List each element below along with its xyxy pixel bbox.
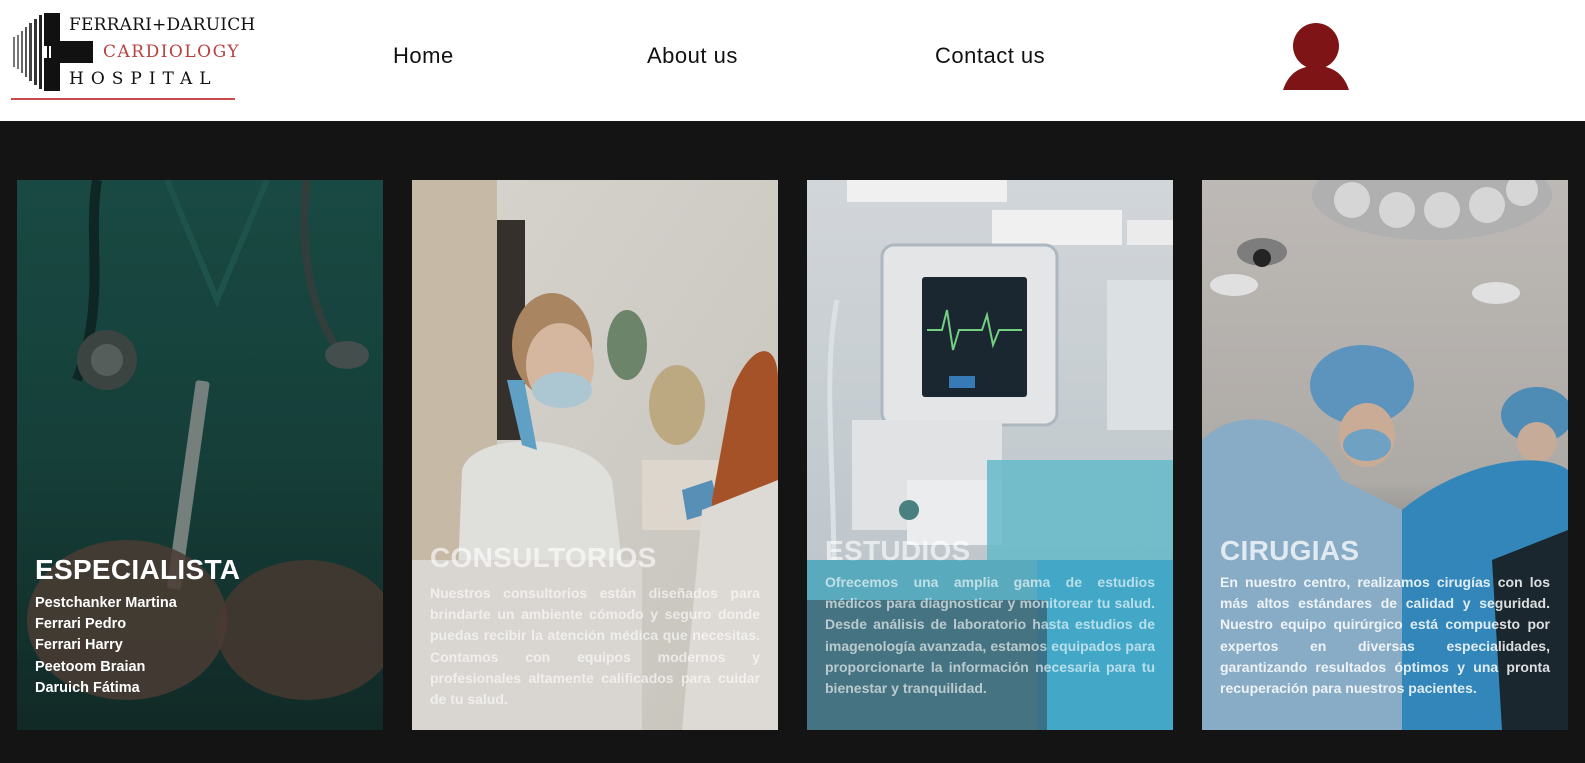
- logo-text-line1: FERRARI+DARUICH: [69, 15, 256, 35]
- list-item: Peetoom Braian: [35, 658, 146, 675]
- logo-text-line2: CARDIOLOGY: [103, 42, 241, 62]
- nav-about-link[interactable]: About us: [647, 43, 738, 69]
- nav-home-link[interactable]: Home: [393, 43, 454, 69]
- card-title: CIRUGIAS: [1220, 535, 1360, 566]
- card-title: CONSULTORIOS: [430, 542, 657, 573]
- card-cirugias[interactable]: CIRUGIAS En nuestro centro, realizamos c…: [1202, 180, 1568, 730]
- card-estudios[interactable]: ESTUDIOS Ofrecemos una amplia gama de es…: [807, 180, 1173, 730]
- card-especialista[interactable]: ESPECIALISTA Pestchanker Martina Ferrari…: [17, 180, 383, 730]
- list-item: Ferrari Pedro: [35, 616, 127, 633]
- list-item: Pestchanker Martina: [35, 595, 177, 611]
- card-title: ESTUDIOS: [825, 535, 971, 566]
- card-description: En nuestro centro, realizamos cirugías c…: [1220, 574, 1550, 697]
- card-consultorios[interactable]: CONSULTORIOS Nuestros consultorios están…: [412, 180, 778, 730]
- card-title: ESPECIALISTA: [35, 554, 241, 585]
- card-description: Ofrecemos una amplia gama de estudios mé…: [825, 574, 1155, 697]
- nav-contact-link[interactable]: Contact us: [935, 43, 1045, 69]
- list-item: Ferrari Harry: [35, 637, 123, 654]
- specialist-list: Pestchanker Martina Ferrari Pedro Ferrar…: [35, 593, 177, 699]
- user-silhouette-icon[interactable]: [1281, 22, 1351, 90]
- hospital-logo[interactable]: FERRARI+DARUICH CARDIOLOGY HOSPITAL: [11, 9, 255, 100]
- card-description: Nuestros consultorios están diseñados pa…: [430, 585, 760, 708]
- list-item: Daruich Fátima: [35, 679, 140, 696]
- site-header: FERRARI+DARUICH CARDIOLOGY HOSPITAL Home…: [0, 0, 1585, 121]
- logo-text-line3: HOSPITAL: [69, 69, 218, 89]
